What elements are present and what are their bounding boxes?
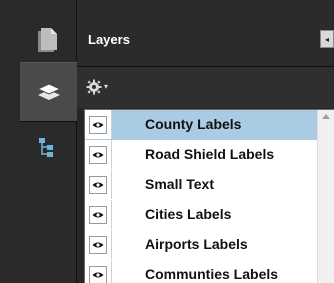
pages-button[interactable] bbox=[20, 16, 76, 62]
layers-list: County Labels Road Shield Labels Small T… bbox=[84, 109, 334, 283]
layers-toolbar: ▾ bbox=[77, 67, 334, 108]
layers-panel: Layers ◂ ▾ County Labels Road Shield Lab… bbox=[77, 0, 334, 283]
eye-icon bbox=[92, 272, 104, 277]
collapse-panel-button[interactable]: ◂ bbox=[320, 30, 334, 48]
layer-label: Communties Labels bbox=[145, 266, 279, 282]
chevron-down-icon: ▾ bbox=[104, 81, 109, 91]
model-tree-icon bbox=[39, 138, 53, 157]
eye-icon bbox=[92, 122, 104, 127]
page-icon bbox=[38, 28, 57, 52]
eye-icon bbox=[92, 212, 104, 217]
eye-icon bbox=[92, 242, 104, 247]
visibility-toggle[interactable] bbox=[85, 260, 112, 283]
layer-label: County Labels bbox=[145, 116, 242, 132]
model-tree-button[interactable] bbox=[20, 124, 76, 170]
visibility-toggle[interactable] bbox=[85, 170, 112, 199]
gear-icon bbox=[86, 79, 102, 95]
visibility-toggle[interactable] bbox=[85, 140, 112, 169]
visibility-toggle[interactable] bbox=[85, 200, 112, 229]
options-button[interactable]: ▾ bbox=[86, 76, 122, 98]
layer-label: Small Text bbox=[145, 176, 214, 192]
layer-label: Road Shield Labels bbox=[145, 146, 275, 162]
eye-icon bbox=[92, 152, 104, 157]
layers-button[interactable] bbox=[20, 62, 77, 122]
layer-row[interactable]: Road Shield Labels bbox=[85, 140, 317, 171]
panel-title: Layers bbox=[88, 32, 130, 47]
layer-row[interactable]: Airports Labels bbox=[85, 230, 317, 261]
layer-row[interactable]: Cities Labels bbox=[85, 200, 317, 231]
collapse-icon: ◂ bbox=[324, 34, 329, 44]
layers-pane: Layers ◂ ▾ County Labels Road Shield Lab… bbox=[0, 0, 334, 283]
visibility-toggle[interactable] bbox=[85, 110, 112, 139]
eye-icon bbox=[92, 182, 104, 187]
layer-label: Airports Labels bbox=[145, 236, 248, 252]
vertical-scrollbar[interactable] bbox=[317, 110, 334, 283]
layers-icon bbox=[36, 83, 61, 100]
layer-row[interactable]: Small Text bbox=[85, 170, 317, 201]
visibility-toggle[interactable] bbox=[85, 230, 112, 259]
layer-row[interactable]: County Labels bbox=[85, 110, 317, 141]
layer-label: Cities Labels bbox=[145, 206, 232, 222]
layer-row[interactable]: Communties Labels bbox=[85, 260, 317, 283]
navigation-rail bbox=[0, 0, 77, 283]
scroll-up-icon[interactable] bbox=[322, 114, 330, 119]
panel-header: Layers ◂ bbox=[77, 0, 334, 67]
